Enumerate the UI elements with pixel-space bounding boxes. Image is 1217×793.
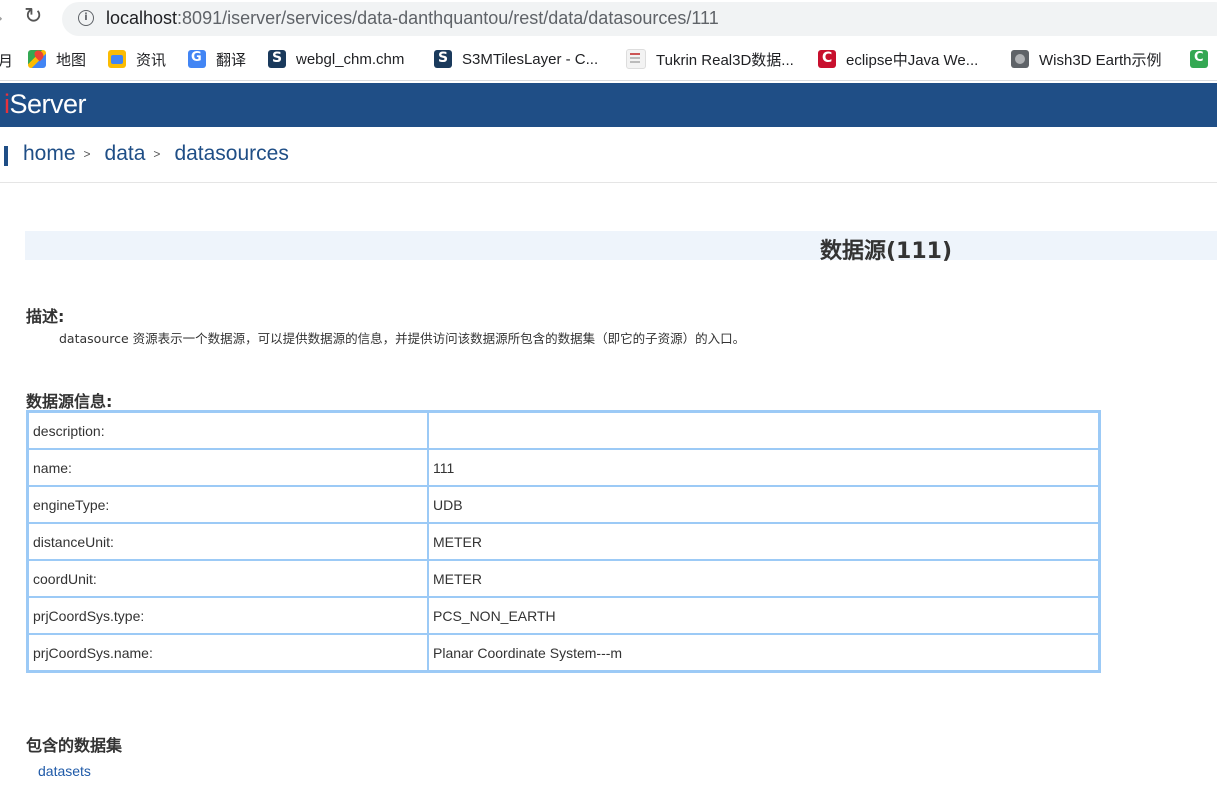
bookmark-eclipse[interactable]: eclipse中Java We... <box>818 48 978 70</box>
breadcrumb-separator: > <box>83 147 91 162</box>
bookmark-tukrin[interactable]: Tukrin Real3D数据... <box>626 48 794 70</box>
row-key: name: <box>26 448 429 487</box>
browser-toolbar: › ↻ i localhost:8091/iserver/services/da… <box>0 0 1217 38</box>
row-key: prjCoordSys.name: <box>26 633 429 673</box>
url-text[interactable]: localhost:8091/iserver/services/data-dan… <box>106 8 719 29</box>
bookmark-webgl-chm[interactable]: webgl_chm.chm <box>268 48 404 70</box>
news-icon <box>108 50 126 68</box>
breadcrumb: home > data > datasources <box>0 128 1217 183</box>
bookmark-news[interactable]: 资讯 <box>108 48 166 70</box>
iserver-logo[interactable]: iServer <box>4 89 87 120</box>
bookmark-s3mtileslayer[interactable]: S3MTilesLayer - C... <box>434 48 598 70</box>
row-value: Planar Coordinate System---m <box>427 633 1101 673</box>
bookmark-translate[interactable]: 翻译 <box>188 48 246 70</box>
bookmarks-bar: 月 地图 资讯 翻译 webgl_chm.chm S3MTilesLayer -… <box>0 40 1217 81</box>
breadcrumb-datasources[interactable]: datasources <box>174 142 288 165</box>
breadcrumb-accent <box>4 146 8 166</box>
bookmark-truncated[interactable]: 月 <box>0 50 13 71</box>
green-c-icon <box>1190 50 1208 68</box>
row-key: prjCoordSys.type: <box>26 596 429 635</box>
address-bar[interactable]: i localhost:8091/iserver/services/data-d… <box>62 2 1217 36</box>
row-value: METER <box>427 522 1101 561</box>
datasource-info-heading: 数据源信息: <box>26 392 113 411</box>
row-key: engineType: <box>26 485 429 524</box>
eclipse-icon <box>818 50 836 68</box>
breadcrumb-separator: > <box>153 147 161 162</box>
datasource-info-table: description: name: 111 engineType: UDB d… <box>26 410 1101 673</box>
description-heading: 描述: <box>26 307 65 326</box>
maps-icon <box>28 50 46 68</box>
table-row: prjCoordSys.name: Planar Coordinate Syst… <box>26 633 1101 673</box>
datasets-link[interactable]: datasets <box>38 763 91 779</box>
bookmark-maps[interactable]: 地图 <box>28 48 86 70</box>
translate-icon <box>188 50 206 68</box>
table-row: coordUnit: METER <box>26 559 1101 598</box>
forward-arrow-icon[interactable]: › <box>0 8 3 29</box>
iserver-header: iServer <box>0 83 1217 127</box>
row-value: 111 <box>427 448 1101 487</box>
row-value: UDB <box>427 485 1101 524</box>
row-key: description: <box>26 410 429 450</box>
table-row: description: <box>26 410 1101 450</box>
globe-icon <box>1011 50 1029 68</box>
table-row: engineType: UDB <box>26 485 1101 524</box>
datasets-heading: 包含的数据集 <box>26 736 123 755</box>
info-icon[interactable]: i <box>78 10 94 26</box>
supermap-icon <box>268 50 286 68</box>
row-key: distanceUnit: <box>26 522 429 561</box>
bookmark-overflow[interactable] <box>1190 48 1217 70</box>
row-value: PCS_NON_EARTH <box>427 596 1101 635</box>
row-key: coordUnit: <box>26 559 429 598</box>
title-band <box>25 231 1217 260</box>
reload-icon[interactable]: ↻ <box>24 4 42 29</box>
breadcrumb-data[interactable]: data <box>105 142 146 165</box>
table-row: name: 111 <box>26 448 1101 487</box>
table-row: prjCoordSys.type: PCS_NON_EARTH <box>26 596 1101 635</box>
document-icon <box>626 49 646 69</box>
page-title: 数据源(111) <box>820 239 953 264</box>
bookmark-wish3d[interactable]: Wish3D Earth示例 <box>1011 48 1162 70</box>
description-text: datasource 资源表示一个数据源，可以提供数据源的信息，并提供访问该数据… <box>59 331 746 346</box>
supermap-icon <box>434 50 452 68</box>
row-value <box>427 410 1101 450</box>
breadcrumb-trail: home > data > datasources <box>23 142 289 166</box>
breadcrumb-home[interactable]: home <box>23 142 76 165</box>
table-row: distanceUnit: METER <box>26 522 1101 561</box>
row-value: METER <box>427 559 1101 598</box>
